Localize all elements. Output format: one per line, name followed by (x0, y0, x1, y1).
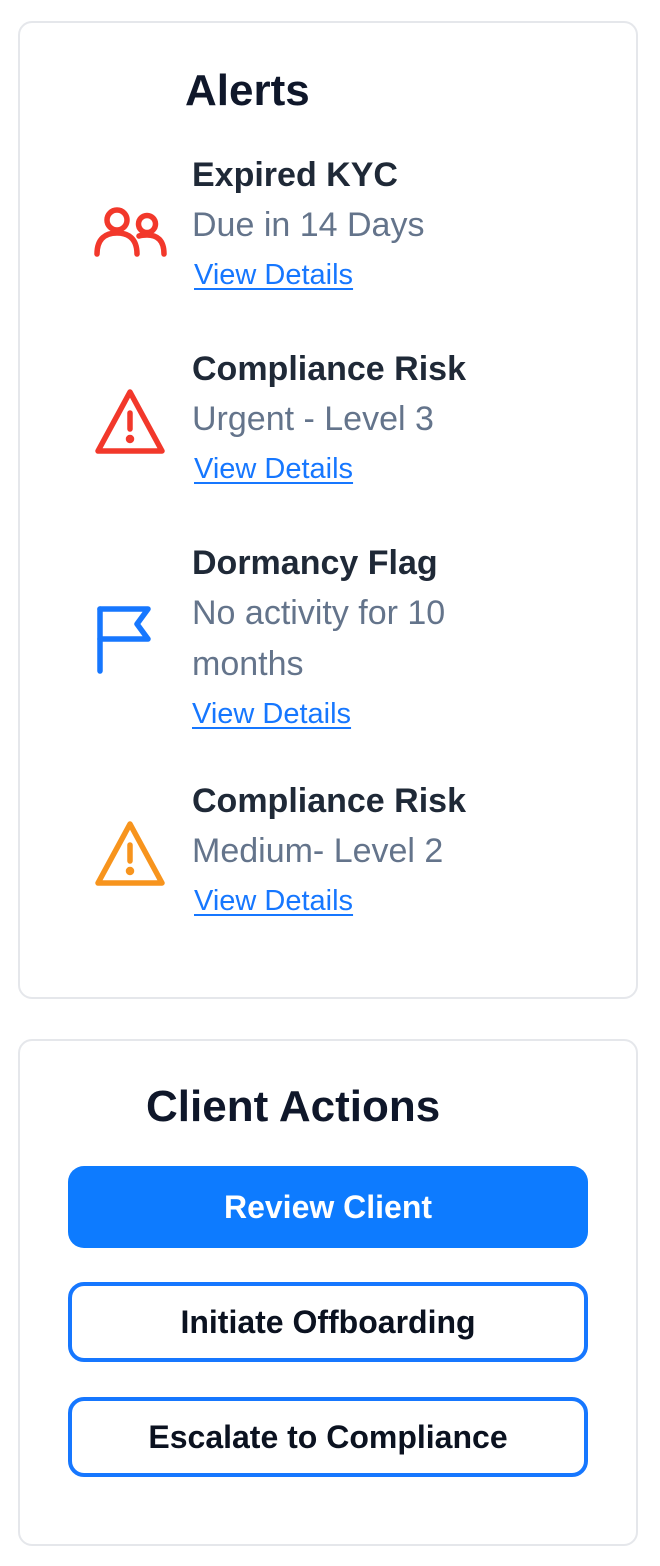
alert-subtitle: No activity for 10 months (192, 594, 446, 683)
view-details-link[interactable]: View Details (194, 883, 353, 919)
alert-title: Expired KYC (192, 156, 398, 194)
review-client-button[interactable]: Review Client (68, 1166, 588, 1248)
escalate-to-compliance-button[interactable]: Escalate to Compliance (68, 1397, 588, 1477)
users-icon (94, 207, 168, 257)
initiate-offboarding-button[interactable]: Initiate Offboarding (68, 1282, 588, 1362)
alerts-card: Alerts Expired KYC Due in 14 Days View D… (18, 21, 638, 999)
alert-subtitle: Due in 14 Days (192, 206, 425, 244)
warning-triangle-icon (94, 387, 166, 459)
warning-triangle-icon (94, 819, 166, 891)
flag-icon (94, 605, 154, 675)
alert-title: Dormancy Flag (192, 544, 438, 582)
view-details-link[interactable]: View Details (194, 451, 353, 487)
client-actions-card: Client Actions Review Client Initiate Of… (18, 1039, 638, 1546)
alert-subtitle: Urgent - Level 3 (192, 400, 434, 438)
view-details-link[interactable]: View Details (194, 257, 353, 293)
view-details-link[interactable]: View Details (192, 696, 351, 732)
client-actions-title: Client Actions (146, 1082, 441, 1131)
alert-title: Compliance Risk (192, 782, 466, 820)
alert-title: Compliance Risk (192, 350, 466, 388)
alert-subtitle: Medium- Level 2 (192, 832, 444, 870)
alerts-title: Alerts (185, 66, 310, 115)
